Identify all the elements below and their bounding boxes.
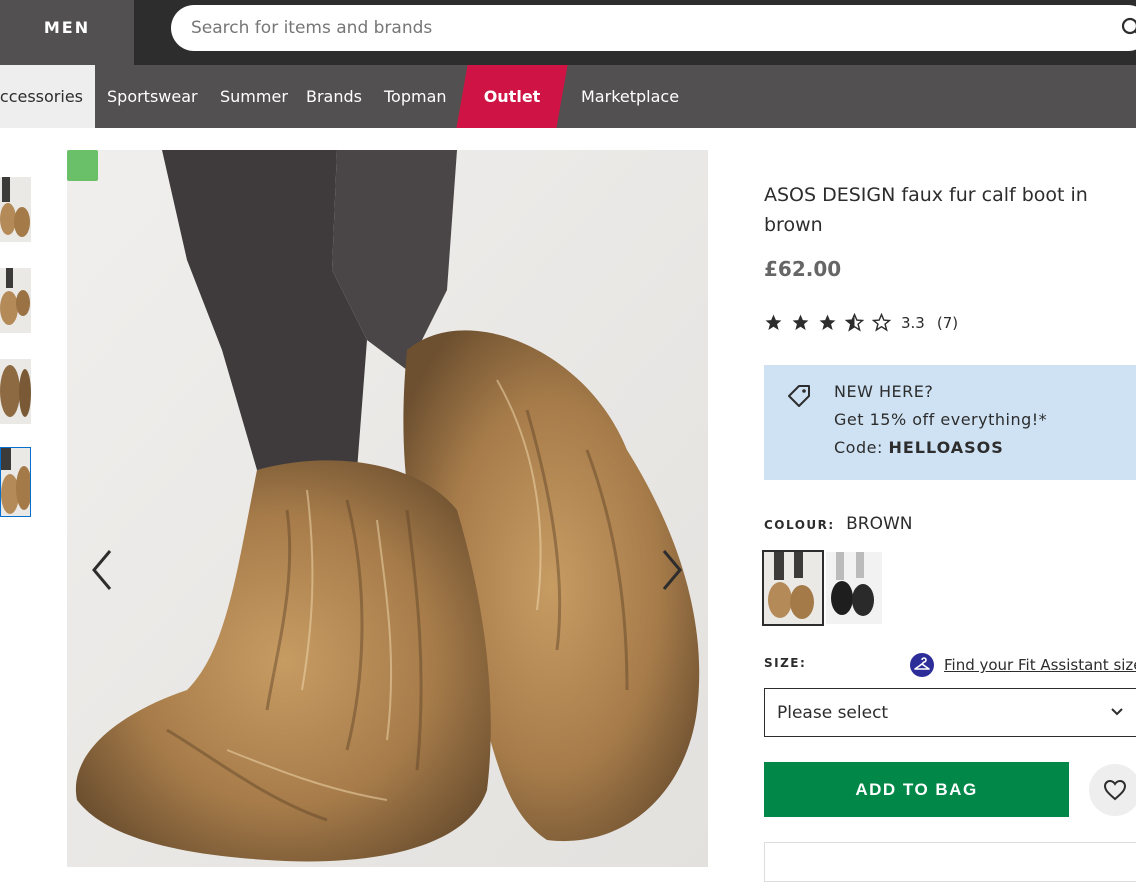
chevron-right-icon[interactable]	[656, 545, 686, 595]
thumbnail-4[interactable]	[0, 447, 31, 517]
thumbnail-1[interactable]	[0, 177, 31, 242]
size-select-value: Please select	[777, 702, 889, 723]
search-input[interactable]	[191, 18, 1091, 38]
nav-item-summer[interactable]: Summer	[220, 65, 288, 128]
star-full-icon	[819, 314, 836, 331]
product-title: ASOS DESIGN faux fur calf boot in brown	[764, 184, 1088, 236]
category-nav: Accessories Sportswear Summer Brands Top…	[0, 65, 1136, 128]
star-full-icon	[765, 314, 782, 331]
nav-item-marketplace[interactable]: Marketplace	[581, 65, 679, 128]
colour-row: COLOUR: BROWN	[764, 514, 913, 534]
image-badge	[67, 150, 98, 181]
thumbnail-2[interactable]	[0, 268, 31, 333]
search-bar[interactable]	[171, 5, 1136, 51]
promo-code-line: Code: HELLOASOS	[834, 434, 1047, 462]
product-main-image[interactable]	[67, 150, 708, 867]
chevron-left-icon[interactable]	[88, 545, 118, 595]
price-tag-icon	[788, 385, 810, 407]
search-icon[interactable]	[1121, 17, 1136, 39]
nav-item-outlet[interactable]: Outlet	[456, 65, 568, 128]
size-label: SIZE:	[764, 656, 807, 670]
nav-item-sportswear[interactable]: Sportswear	[107, 65, 198, 128]
top-bar: MEN	[0, 0, 1136, 65]
nav-item-topman[interactable]: Topman	[384, 65, 447, 128]
heart-icon	[1103, 779, 1127, 801]
chevron-down-icon	[1111, 708, 1123, 716]
save-for-later-button[interactable]	[1089, 764, 1136, 816]
rating-value: 3.3	[901, 313, 925, 332]
promo-banner: NEW HERE? Get 15% off everything!* Code:…	[764, 365, 1136, 480]
product-rating[interactable]: 3.3 (7)	[764, 313, 958, 332]
colour-swatch-brown[interactable]	[762, 550, 824, 626]
colour-swatch-black[interactable]	[826, 552, 882, 624]
colour-label: COLOUR:	[764, 518, 835, 532]
product-price: £62.00	[764, 257, 842, 281]
promo-code: HELLOASOS	[888, 438, 1004, 457]
nav-item-outlet-label: Outlet	[483, 87, 541, 106]
nav-item-accessories[interactable]: Accessories	[0, 65, 95, 128]
men-tab[interactable]: MEN	[0, 0, 134, 65]
add-to-bag-button[interactable]: ADD TO BAG	[764, 762, 1069, 817]
delivery-info-box	[764, 842, 1136, 882]
fit-assistant-link[interactable]: Find your Fit Assistant size	[910, 653, 1136, 677]
star-half-icon	[845, 313, 864, 332]
nav-item-brands[interactable]: Brands	[306, 65, 362, 128]
star-empty-icon	[872, 313, 891, 332]
fit-assistant-text[interactable]: Find your Fit Assistant size	[944, 656, 1136, 674]
colour-value: BROWN	[846, 514, 913, 534]
promo-code-label: Code:	[834, 438, 883, 457]
review-count[interactable]: (7)	[937, 314, 958, 332]
hanger-icon	[910, 653, 934, 677]
rating-stars	[764, 313, 891, 332]
size-select[interactable]: Please select	[764, 688, 1136, 737]
thumbnail-3[interactable]	[0, 359, 31, 424]
promo-offer: Get 15% off everything!*	[834, 410, 1048, 429]
promo-heading: NEW HERE?	[834, 382, 934, 401]
star-full-icon	[792, 314, 809, 331]
